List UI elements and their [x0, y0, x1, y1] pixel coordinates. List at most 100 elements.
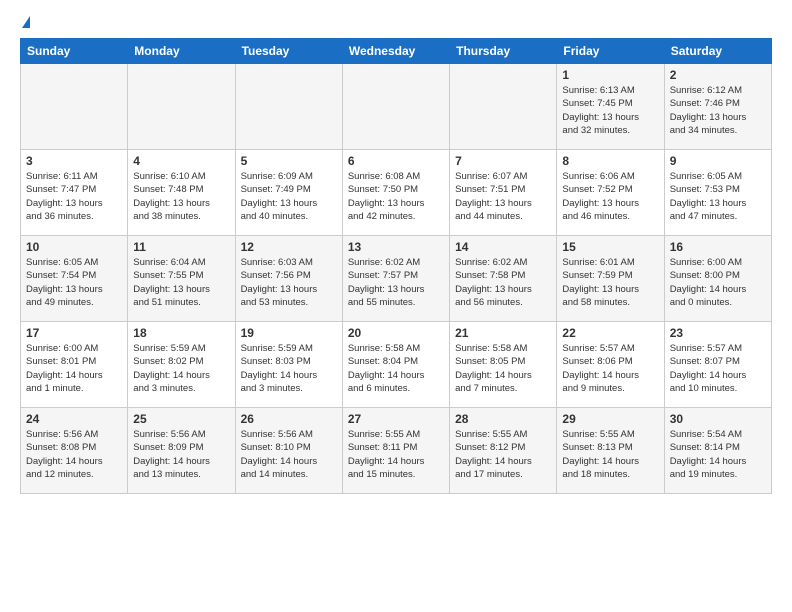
day-info: Sunrise: 6:10 AM Sunset: 7:48 PM Dayligh… [133, 170, 229, 223]
day-info: Sunrise: 6:00 AM Sunset: 8:00 PM Dayligh… [670, 256, 766, 309]
day-cell: 12Sunrise: 6:03 AM Sunset: 7:56 PM Dayli… [235, 236, 342, 322]
day-info: Sunrise: 6:07 AM Sunset: 7:51 PM Dayligh… [455, 170, 551, 223]
day-info: Sunrise: 5:54 AM Sunset: 8:14 PM Dayligh… [670, 428, 766, 481]
col-header-thursday: Thursday [450, 39, 557, 64]
day-info: Sunrise: 6:05 AM Sunset: 7:54 PM Dayligh… [26, 256, 122, 309]
day-cell: 19 Sunrise: 5:59 AM Sunset: 8:03 PM Dayli… [235, 322, 342, 408]
day-number: 22 [562, 326, 658, 340]
day-cell: 29 Sunrise: 5:55 AM Sunset: 8:13 PM Dayli… [557, 408, 664, 494]
day-cell [235, 64, 342, 150]
day-number: 6 [348, 154, 444, 168]
col-header-sunday: Sunday [21, 39, 128, 64]
day-cell: 3 Sunrise: 6:11 AM Sunset: 7:47 PM Daylig… [21, 150, 128, 236]
day-number: 14 [455, 240, 551, 254]
day-info: Sunrise: 5:55 AM Sunset: 8:11 PM Dayligh… [348, 428, 444, 481]
day-cell: 25 Sunrise: 5:56 AM Sunset: 8:09 PM Dayli… [128, 408, 235, 494]
day-cell: 13Sunrise: 6:02 AM Sunset: 7:57 PM Dayli… [342, 236, 449, 322]
day-cell: 22 Sunrise: 5:57 AM Sunset: 8:06 PM Dayli… [557, 322, 664, 408]
page: SundayMondayTuesdayWednesdayThursdayFrid… [0, 0, 792, 510]
day-cell: 2Sunrise: 6:12 AM Sunset: 7:46 PM Daylig… [664, 64, 771, 150]
day-number: 11 [133, 240, 229, 254]
day-cell: 15 Sunrise: 6:01 AM Sunset: 7:59 PM Dayli… [557, 236, 664, 322]
day-number: 8 [562, 154, 658, 168]
day-number: 13 [348, 240, 444, 254]
day-info: Sunrise: 6:12 AM Sunset: 7:46 PM Dayligh… [670, 84, 766, 137]
day-cell: 7 Sunrise: 6:07 AM Sunset: 7:51 PM Daylig… [450, 150, 557, 236]
week-row-5: 24 Sunrise: 5:56 AM Sunset: 8:08 PM Dayli… [21, 408, 772, 494]
day-cell: 16 Sunrise: 6:00 AM Sunset: 8:00 PM Dayli… [664, 236, 771, 322]
day-number: 3 [26, 154, 122, 168]
day-number: 30 [670, 412, 766, 426]
day-number: 17 [26, 326, 122, 340]
day-info: Sunrise: 6:06 AM Sunset: 7:52 PM Dayligh… [562, 170, 658, 223]
day-cell: 26 Sunrise: 5:56 AM Sunset: 8:10 PM Dayli… [235, 408, 342, 494]
day-cell: 11 Sunrise: 6:04 AM Sunset: 7:55 PM Dayli… [128, 236, 235, 322]
day-info: Sunrise: 6:09 AM Sunset: 7:49 PM Dayligh… [241, 170, 337, 223]
day-info: Sunrise: 5:56 AM Sunset: 8:09 PM Dayligh… [133, 428, 229, 481]
calendar-table: SundayMondayTuesdayWednesdayThursdayFrid… [20, 38, 772, 494]
day-number: 15 [562, 240, 658, 254]
day-cell: 28 Sunrise: 5:55 AM Sunset: 8:12 PM Dayli… [450, 408, 557, 494]
day-number: 16 [670, 240, 766, 254]
day-cell: 24 Sunrise: 5:56 AM Sunset: 8:08 PM Dayli… [21, 408, 128, 494]
day-info: Sunrise: 6:01 AM Sunset: 7:59 PM Dayligh… [562, 256, 658, 309]
day-number: 9 [670, 154, 766, 168]
day-info: Sunrise: 6:13 AM Sunset: 7:45 PM Dayligh… [562, 84, 658, 137]
day-info: Sunrise: 5:56 AM Sunset: 8:08 PM Dayligh… [26, 428, 122, 481]
day-info: Sunrise: 5:55 AM Sunset: 8:13 PM Dayligh… [562, 428, 658, 481]
day-cell: 14Sunrise: 6:02 AM Sunset: 7:58 PM Dayli… [450, 236, 557, 322]
col-header-friday: Friday [557, 39, 664, 64]
day-number: 10 [26, 240, 122, 254]
day-info: Sunrise: 5:55 AM Sunset: 8:12 PM Dayligh… [455, 428, 551, 481]
col-header-saturday: Saturday [664, 39, 771, 64]
day-info: Sunrise: 6:04 AM Sunset: 7:55 PM Dayligh… [133, 256, 229, 309]
day-info: Sunrise: 6:00 AM Sunset: 8:01 PM Dayligh… [26, 342, 122, 395]
day-number: 19 [241, 326, 337, 340]
day-info: Sunrise: 5:59 AM Sunset: 8:02 PM Dayligh… [133, 342, 229, 395]
day-number: 27 [348, 412, 444, 426]
day-cell [342, 64, 449, 150]
day-cell: 18 Sunrise: 5:59 AM Sunset: 8:02 PM Dayli… [128, 322, 235, 408]
day-info: Sunrise: 5:56 AM Sunset: 8:10 PM Dayligh… [241, 428, 337, 481]
day-cell: 4 Sunrise: 6:10 AM Sunset: 7:48 PM Daylig… [128, 150, 235, 236]
day-cell [450, 64, 557, 150]
day-number: 18 [133, 326, 229, 340]
week-row-4: 17 Sunrise: 6:00 AM Sunset: 8:01 PM Dayli… [21, 322, 772, 408]
day-number: 4 [133, 154, 229, 168]
day-cell: 9 Sunrise: 6:05 AM Sunset: 7:53 PM Daylig… [664, 150, 771, 236]
day-number: 24 [26, 412, 122, 426]
day-number: 21 [455, 326, 551, 340]
day-number: 1 [562, 68, 658, 82]
day-cell: 21 Sunrise: 5:58 AM Sunset: 8:05 PM Dayli… [450, 322, 557, 408]
col-header-wednesday: Wednesday [342, 39, 449, 64]
week-row-1: 1 Sunrise: 6:13 AM Sunset: 7:45 PM Daylig… [21, 64, 772, 150]
day-cell [128, 64, 235, 150]
day-info: Sunrise: 6:05 AM Sunset: 7:53 PM Dayligh… [670, 170, 766, 223]
day-cell: 6Sunrise: 6:08 AM Sunset: 7:50 PM Daylig… [342, 150, 449, 236]
day-cell: 1 Sunrise: 6:13 AM Sunset: 7:45 PM Daylig… [557, 64, 664, 150]
day-info: Sunrise: 6:11 AM Sunset: 7:47 PM Dayligh… [26, 170, 122, 223]
day-number: 25 [133, 412, 229, 426]
day-cell: 20 Sunrise: 5:58 AM Sunset: 8:04 PM Dayli… [342, 322, 449, 408]
day-info: Sunrise: 6:03 AM Sunset: 7:56 PM Dayligh… [241, 256, 337, 309]
day-info: Sunrise: 5:59 AM Sunset: 8:03 PM Dayligh… [241, 342, 337, 395]
day-number: 7 [455, 154, 551, 168]
day-number: 26 [241, 412, 337, 426]
day-info: Sunrise: 5:57 AM Sunset: 8:07 PM Dayligh… [670, 342, 766, 395]
day-number: 29 [562, 412, 658, 426]
day-number: 28 [455, 412, 551, 426]
week-row-3: 10 Sunrise: 6:05 AM Sunset: 7:54 PM Dayli… [21, 236, 772, 322]
day-info: Sunrise: 5:58 AM Sunset: 8:05 PM Dayligh… [455, 342, 551, 395]
day-cell: 17 Sunrise: 6:00 AM Sunset: 8:01 PM Dayli… [21, 322, 128, 408]
day-info: Sunrise: 5:58 AM Sunset: 8:04 PM Dayligh… [348, 342, 444, 395]
col-header-tuesday: Tuesday [235, 39, 342, 64]
day-cell: 8 Sunrise: 6:06 AM Sunset: 7:52 PM Daylig… [557, 150, 664, 236]
day-cell: 23Sunrise: 5:57 AM Sunset: 8:07 PM Dayli… [664, 322, 771, 408]
day-number: 20 [348, 326, 444, 340]
day-cell [21, 64, 128, 150]
day-info: Sunrise: 5:57 AM Sunset: 8:06 PM Dayligh… [562, 342, 658, 395]
header [20, 16, 772, 28]
day-cell: 10 Sunrise: 6:05 AM Sunset: 7:54 PM Dayli… [21, 236, 128, 322]
day-cell: 5Sunrise: 6:09 AM Sunset: 7:49 PM Daylig… [235, 150, 342, 236]
week-row-2: 3 Sunrise: 6:11 AM Sunset: 7:47 PM Daylig… [21, 150, 772, 236]
